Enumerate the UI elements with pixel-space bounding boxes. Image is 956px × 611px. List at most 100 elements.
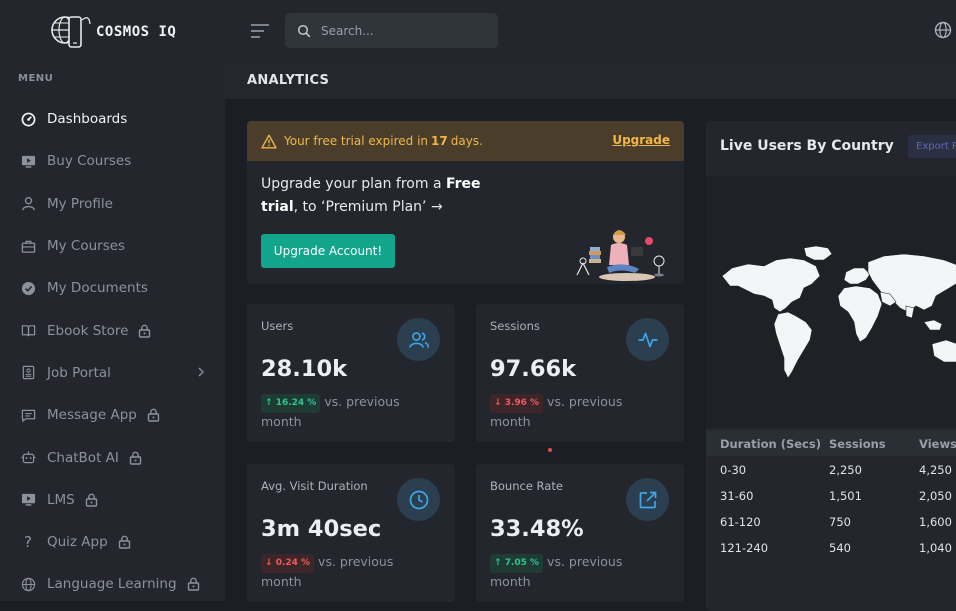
upgrade-message: Upgrade your plan from a Free trial, to … [261,173,506,219]
table-header: Duration (Secs) Sessions Views [706,430,956,456]
trend-change: 16.24 % [275,398,317,408]
lock-icon [118,535,131,549]
sidebar-item-lms[interactable]: LMS [0,479,225,521]
chevron-right-icon [197,366,205,381]
stat-value: 33.48% [490,516,584,542]
upgrade-message-part1: Upgrade your plan from a [261,176,442,192]
question-icon: ? [24,533,32,552]
lock-icon [129,451,142,465]
trend-badge-down: ↓ 0.24 % [261,554,315,573]
users-icon [397,318,440,361]
world-map-shapes [721,246,956,379]
table-row: 121-240 540 1,040 [706,536,956,562]
table-row: 31-60 1,501 2,050 [706,484,956,510]
document-icon [20,365,36,381]
trial-days: 17 [431,134,448,148]
sidebar-item-chatbot-ai[interactable]: ChatBot AI [0,436,225,478]
table-cell: 31-60 [720,489,754,503]
brand-logo[interactable]: COSMOS IQ [48,8,176,56]
world-map[interactable] [706,176,956,428]
table-cell: 1,501 [829,489,862,503]
menu-toggle-icon[interactable] [250,22,270,40]
sidebar-item-job-portal[interactable]: Job Portal [0,352,225,394]
sidebar-item-language-learning[interactable]: Language Learning [0,563,225,601]
student-reading-illustration [576,230,665,281]
sidebar-item-dashboards[interactable]: Dashboards [0,98,225,140]
sidebar-item-message-app[interactable]: Message App [0,394,225,436]
table-row: 61-120 750 1,600 [706,510,956,536]
column-header[interactable]: Views [919,437,956,451]
sidebar-item-label: Ebook Store [47,322,129,339]
sidebar-item-buy-courses[interactable]: Buy Courses [0,140,225,182]
stat-card-avg-visit-duration: Avg. Visit Duration 3m 40sec ↓ 0.24 % vs.… [247,464,455,602]
sidebar-item-label: My Documents [47,280,148,297]
search-input[interactable] [319,22,483,39]
sidebar-nav: Dashboards Buy Courses My Profile My Cou… [0,98,225,601]
sidebar-item-label: My Profile [47,195,113,212]
sidebar: COSMOS IQ MENU Dashboards Buy Courses My… [0,0,225,601]
check-badge-icon [20,280,36,296]
sidebar-item-label: Language Learning [47,576,177,593]
trend-badge-up: ↑ 7.05 % [490,554,544,573]
upgrade-link[interactable]: Upgrade [612,133,670,147]
table-cell: 1,600 [919,515,952,529]
stat-card-sessions: Sessions 97.66k ↓ 3.96 % vs. previous mon… [476,304,684,442]
sidebar-item-label: Message App [47,407,137,424]
trial-text-suffix: days. [450,134,483,148]
table-row: 0-30 2,250 4,250 [706,458,956,484]
card-title: Live Users By Country [720,138,894,154]
table-cell: 2,050 [919,489,952,503]
export-report-button[interactable]: Export Report [908,135,956,158]
stat-card-users: Users 28.10k ↑ 16.24 % vs. previous month [247,304,455,442]
stat-label: Bounce Rate [490,479,563,493]
upgrade-message-part2: , to ‘Premium Plan’ → [293,199,443,215]
trend-badge-up: ↑ 16.24 % [261,394,321,413]
table-cell: 0-30 [720,463,747,477]
upgrade-card: Your free trial expired in 17 days. Upgr… [247,121,684,284]
trend-change: 3.96 % [504,398,540,408]
search-box [285,13,498,48]
upgrade-account-button[interactable]: Upgrade Account! [261,234,395,268]
table-cell: 750 [829,515,851,529]
table-cell: 2,250 [829,463,862,477]
trial-alert: Your free trial expired in 17 days. Upgr… [247,121,684,161]
sidebar-item-my-profile[interactable]: My Profile [0,183,225,225]
phone-globe-logo-icon [51,16,91,48]
sidebar-item-label: ChatBot AI [47,449,119,466]
brand-name: COSMOS IQ [96,24,177,40]
sidebar-item-ebook-store[interactable]: Ebook Store [0,309,225,351]
sidebar-item-quiz-app[interactable]: ? Quiz App [0,521,225,563]
sidebar-item-my-courses[interactable]: My Courses [0,225,225,267]
activity-icon [626,318,669,361]
bot-icon [20,450,36,466]
sidebar-item-my-documents[interactable]: My Documents [0,267,225,309]
page-title: ANALYTICS [247,73,330,88]
table-cell: 4,250 [919,463,952,477]
language-globe-icon[interactable] [934,21,952,43]
warning-icon [261,134,277,149]
stat-value: 28.10k [261,356,348,382]
external-link-icon [626,478,669,521]
column-header[interactable]: Duration (Secs) [720,437,821,451]
table-cell: 61-120 [720,515,761,529]
stat-label: Sessions [490,319,540,333]
column-header[interactable]: Sessions [829,437,886,451]
table-cell: 540 [829,541,851,555]
top-bar [225,0,956,63]
sidebar-item-label: Buy Courses [47,153,132,170]
stat-trend: ↑ 7.05 % vs. previous month [490,553,660,590]
page-header: ANALYTICS [225,63,956,99]
monitor-play-icon [20,492,36,508]
table-cell: 121-240 [720,541,769,555]
indicator-dot [548,448,552,452]
stat-value: 3m 40sec [261,516,382,542]
briefcase-icon [20,238,36,254]
clock-icon [397,478,440,521]
dashboard-gauge-icon [20,111,36,127]
live-users-card: Live Users By Country Export Report Dura… [706,121,956,611]
lock-icon [138,324,151,338]
stat-trend: ↓ 0.24 % vs. previous month [261,553,431,590]
book-open-icon [20,323,36,339]
sidebar-item-label: Job Portal [47,364,111,381]
trial-text-prefix: Your free trial expired in [284,134,429,148]
